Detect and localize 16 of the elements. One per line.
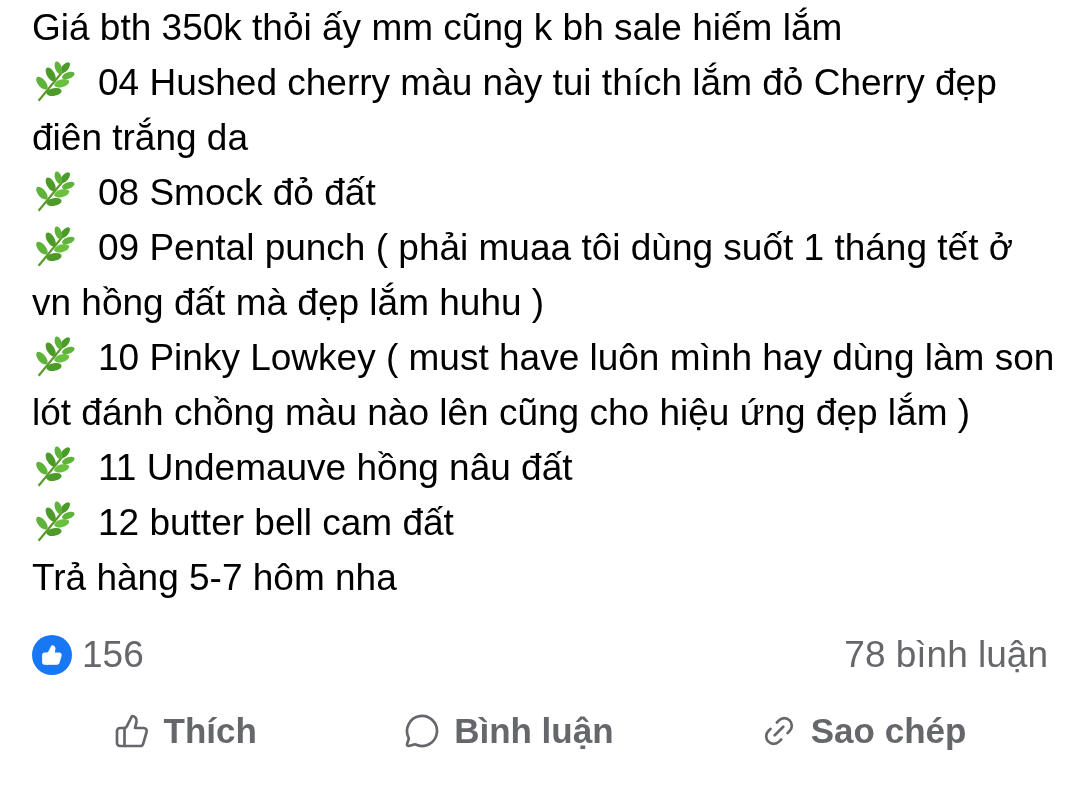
list-item-text: 10 Pinky Lowkey ( must have luôn mình hay dùng làm son lót đánh chồng màu nào lên cũng cho hiệu ứng đẹp lắm ) bbox=[32, 330, 1060, 440]
post-text: Giá bth 350k thỏi ấy mm cũng k bh sale hiếm lắm bbox=[32, 6, 844, 50]
post-text: Trả hàng 5-7 hôm nha bbox=[32, 556, 398, 600]
list-item-text: 09 Pental punch ( phải muaa tôi dùng suốt 1 tháng tết ở vn hồng đất mà đẹp lắm huhu ) bbox=[32, 220, 1060, 330]
thumbs-up-icon bbox=[113, 712, 150, 749]
list-item-text: 11 Undemauve hồng nâu đất bbox=[32, 440, 1060, 495]
comment-count[interactable]: 78 bình luận bbox=[844, 627, 1048, 683]
copy-button[interactable]: Sao chép bbox=[760, 704, 967, 757]
comment-button[interactable]: Bình luận bbox=[404, 704, 614, 757]
like-count[interactable]: 156 bbox=[82, 627, 144, 683]
like-reaction-icon bbox=[32, 634, 72, 675]
list-item-text: 08 Smock đỏ đất bbox=[32, 165, 1060, 220]
like-button[interactable]: Thích bbox=[113, 704, 257, 757]
list-item-text: 12 butter bell cam đất bbox=[32, 495, 1060, 550]
list-item-text: 04 Hushed cherry màu này tui thích lắm đỏ Cherry đẹp điên trắng da bbox=[32, 55, 1060, 165]
speech-bubble-icon bbox=[404, 712, 441, 749]
